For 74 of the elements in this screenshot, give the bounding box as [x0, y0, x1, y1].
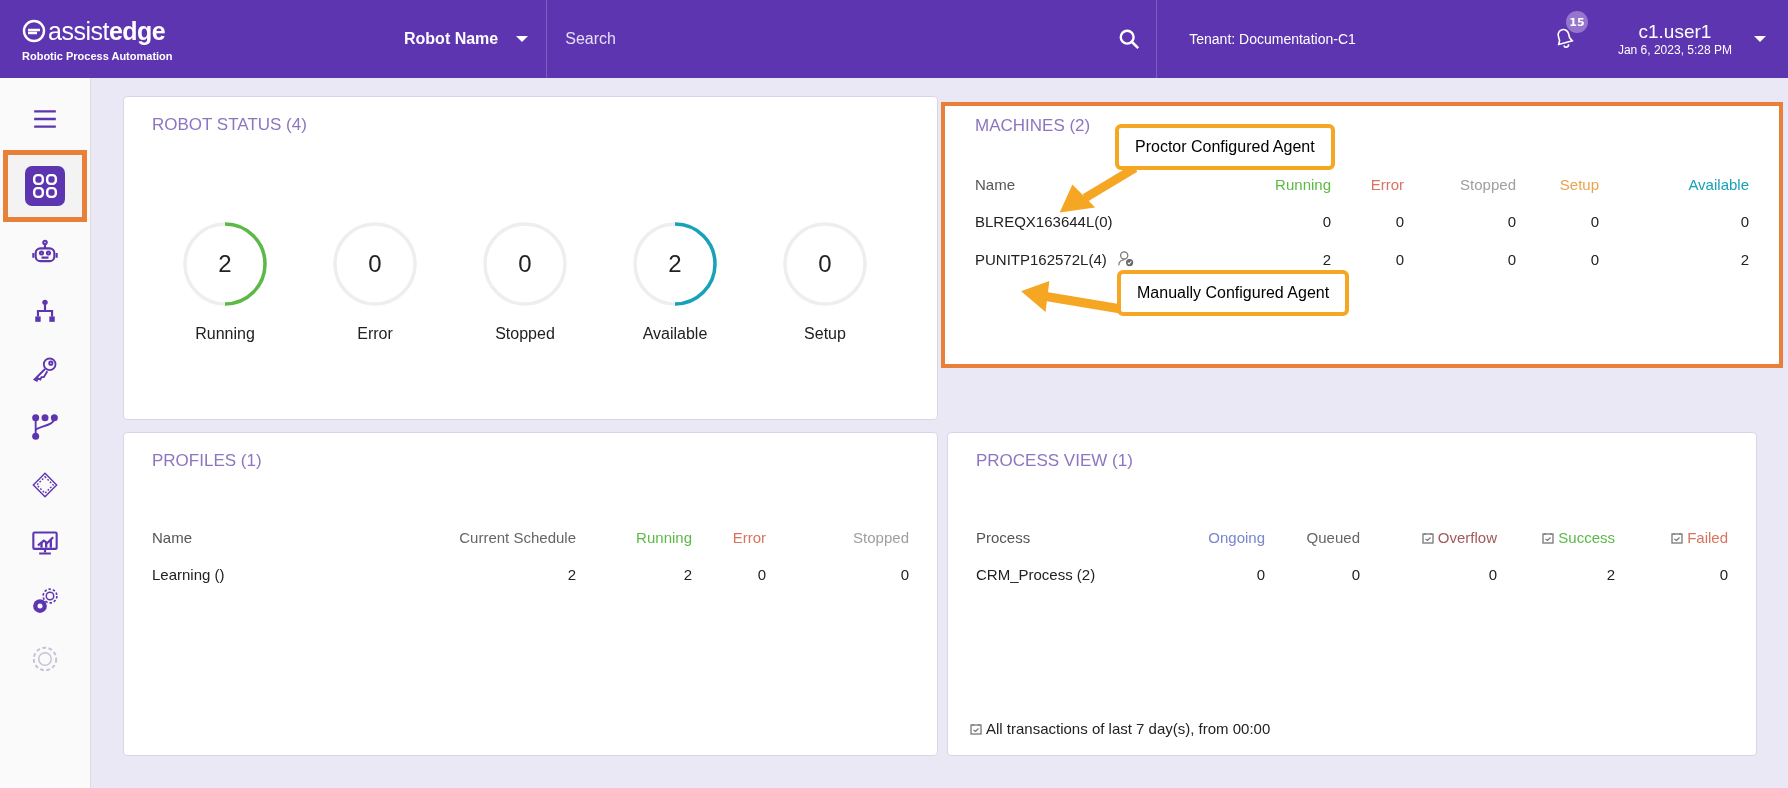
table-cell: 0 — [1740, 213, 1749, 230]
table-cell: 0 — [1395, 250, 1404, 268]
table-cell: 0 — [1322, 213, 1331, 230]
table-cell: 2 — [683, 566, 692, 583]
table-cell: 0 — [757, 566, 766, 583]
caret-icon — [516, 36, 529, 42]
table-cell: 2 — [1322, 250, 1331, 268]
notification-badge: 15 — [1565, 11, 1588, 33]
column-header: Name — [975, 176, 1016, 193]
status-label: Running — [195, 325, 255, 343]
column-header: Error — [1369, 176, 1404, 193]
table-cell: 0 — [900, 566, 909, 583]
search-field[interactable]: Search — [563, 29, 1119, 49]
table-cell: 2 — [1606, 566, 1615, 583]
status-label: Error — [357, 325, 393, 343]
table-cell: 0 — [1351, 566, 1360, 583]
table-cell: PUNITP162572L(4) — [975, 250, 1107, 268]
panel-title: MACHINES (2) — [975, 116, 1092, 136]
tenant-label: Tenant: Documentation-C1 — [1188, 31, 1356, 47]
status-count: 0 — [368, 250, 382, 278]
date-time: Jan 6, 2023, 5:28 PM — [1617, 43, 1732, 57]
table-cell: 0 — [1719, 566, 1728, 583]
table-cell: CRM_Process (2) — [976, 566, 1096, 583]
status-count: 2 — [668, 250, 682, 278]
status-label: Setup — [804, 325, 846, 343]
table-cell: BLREQX163644L(0) — [975, 213, 1113, 230]
column-header: Current Schedule — [458, 529, 576, 546]
table-cell: 0 — [1507, 213, 1516, 230]
status-count: 2 — [218, 250, 232, 278]
status-label: Available — [642, 325, 708, 343]
table-cell: 0 — [1590, 213, 1599, 230]
logo-text: assistedge — [48, 16, 166, 46]
robot-name-dropdown[interactable]: Robot Name — [382, 0, 548, 78]
column-header: Ongoing — [1208, 529, 1265, 546]
column-header: Error — [731, 529, 766, 546]
table-cell: 0 — [1590, 250, 1599, 268]
table-cell: Learning () — [152, 566, 225, 583]
column-header: Name — [152, 529, 193, 546]
calendar-check-icon — [970, 722, 982, 735]
logo-icon — [22, 19, 46, 43]
caret-icon[interactable] — [1754, 36, 1766, 42]
table-cell: 2 — [1740, 250, 1749, 268]
status-count: 0 — [818, 250, 832, 278]
table-cell: 2 — [567, 566, 576, 583]
tagline: Robotic Process Automation — [22, 49, 174, 62]
dashboard-icon[interactable] — [25, 166, 65, 206]
table-cell: 0 — [1256, 566, 1265, 583]
column-header: Stopped — [852, 529, 909, 546]
user-name[interactable]: c1.user1 — [1638, 21, 1712, 43]
panel-title: PROFILES (1) — [152, 451, 263, 471]
panel-title: ROBOT STATUS (4) — [152, 115, 308, 135]
column-header: Success — [1558, 529, 1615, 546]
column-header: Running — [1274, 176, 1331, 193]
status-label: Stopped — [495, 325, 555, 343]
footnote: All transactions of last 7 day(s), from 00:00 — [986, 720, 1271, 737]
column-header: Setup — [1558, 176, 1599, 193]
search-icon[interactable] — [1118, 28, 1141, 50]
column-header: Process — [976, 529, 1031, 546]
callout-label: Proctor Configured Agent — [1115, 124, 1335, 170]
calendar-check-icon — [1542, 531, 1555, 544]
column-header: Failed — [1687, 529, 1728, 546]
table-cell: 0 — [1507, 250, 1516, 268]
calendar-check-icon — [1421, 531, 1434, 544]
calendar-check-icon — [1671, 531, 1684, 544]
column-header: Queued — [1306, 529, 1360, 546]
panel-title: PROCESS VIEW (1) — [976, 451, 1134, 471]
column-header: Available — [1687, 176, 1749, 193]
table-cell: 0 — [1395, 213, 1404, 230]
callout-label: Manually Configured Agent — [1117, 270, 1350, 316]
table-cell: 0 — [1488, 566, 1497, 583]
column-header: Running — [635, 529, 692, 546]
column-header: Overflow — [1437, 529, 1497, 546]
column-header: Stopped — [1459, 176, 1516, 193]
status-count: 0 — [518, 250, 532, 278]
